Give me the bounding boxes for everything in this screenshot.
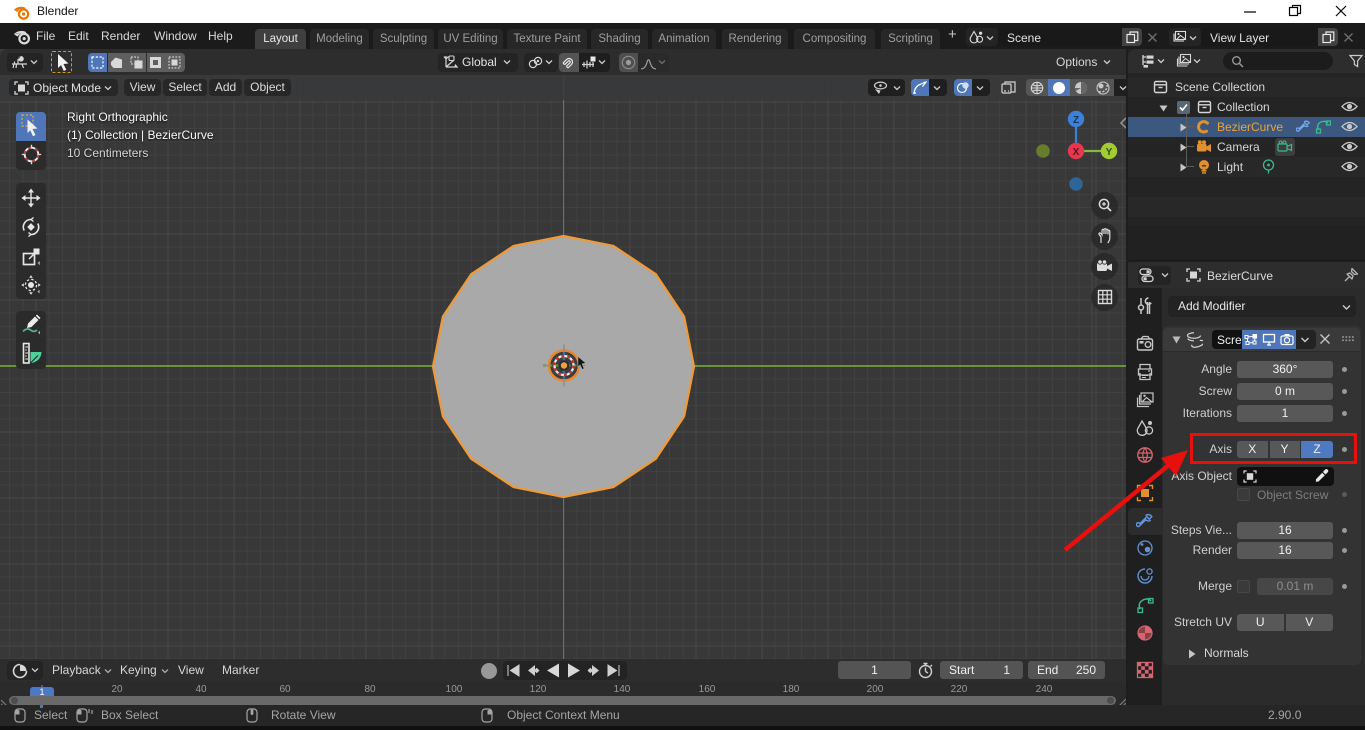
svg-text:Z: Z bbox=[1073, 115, 1079, 126]
svg-text:Y: Y bbox=[1106, 147, 1113, 158]
svg-text:X: X bbox=[1073, 147, 1080, 158]
